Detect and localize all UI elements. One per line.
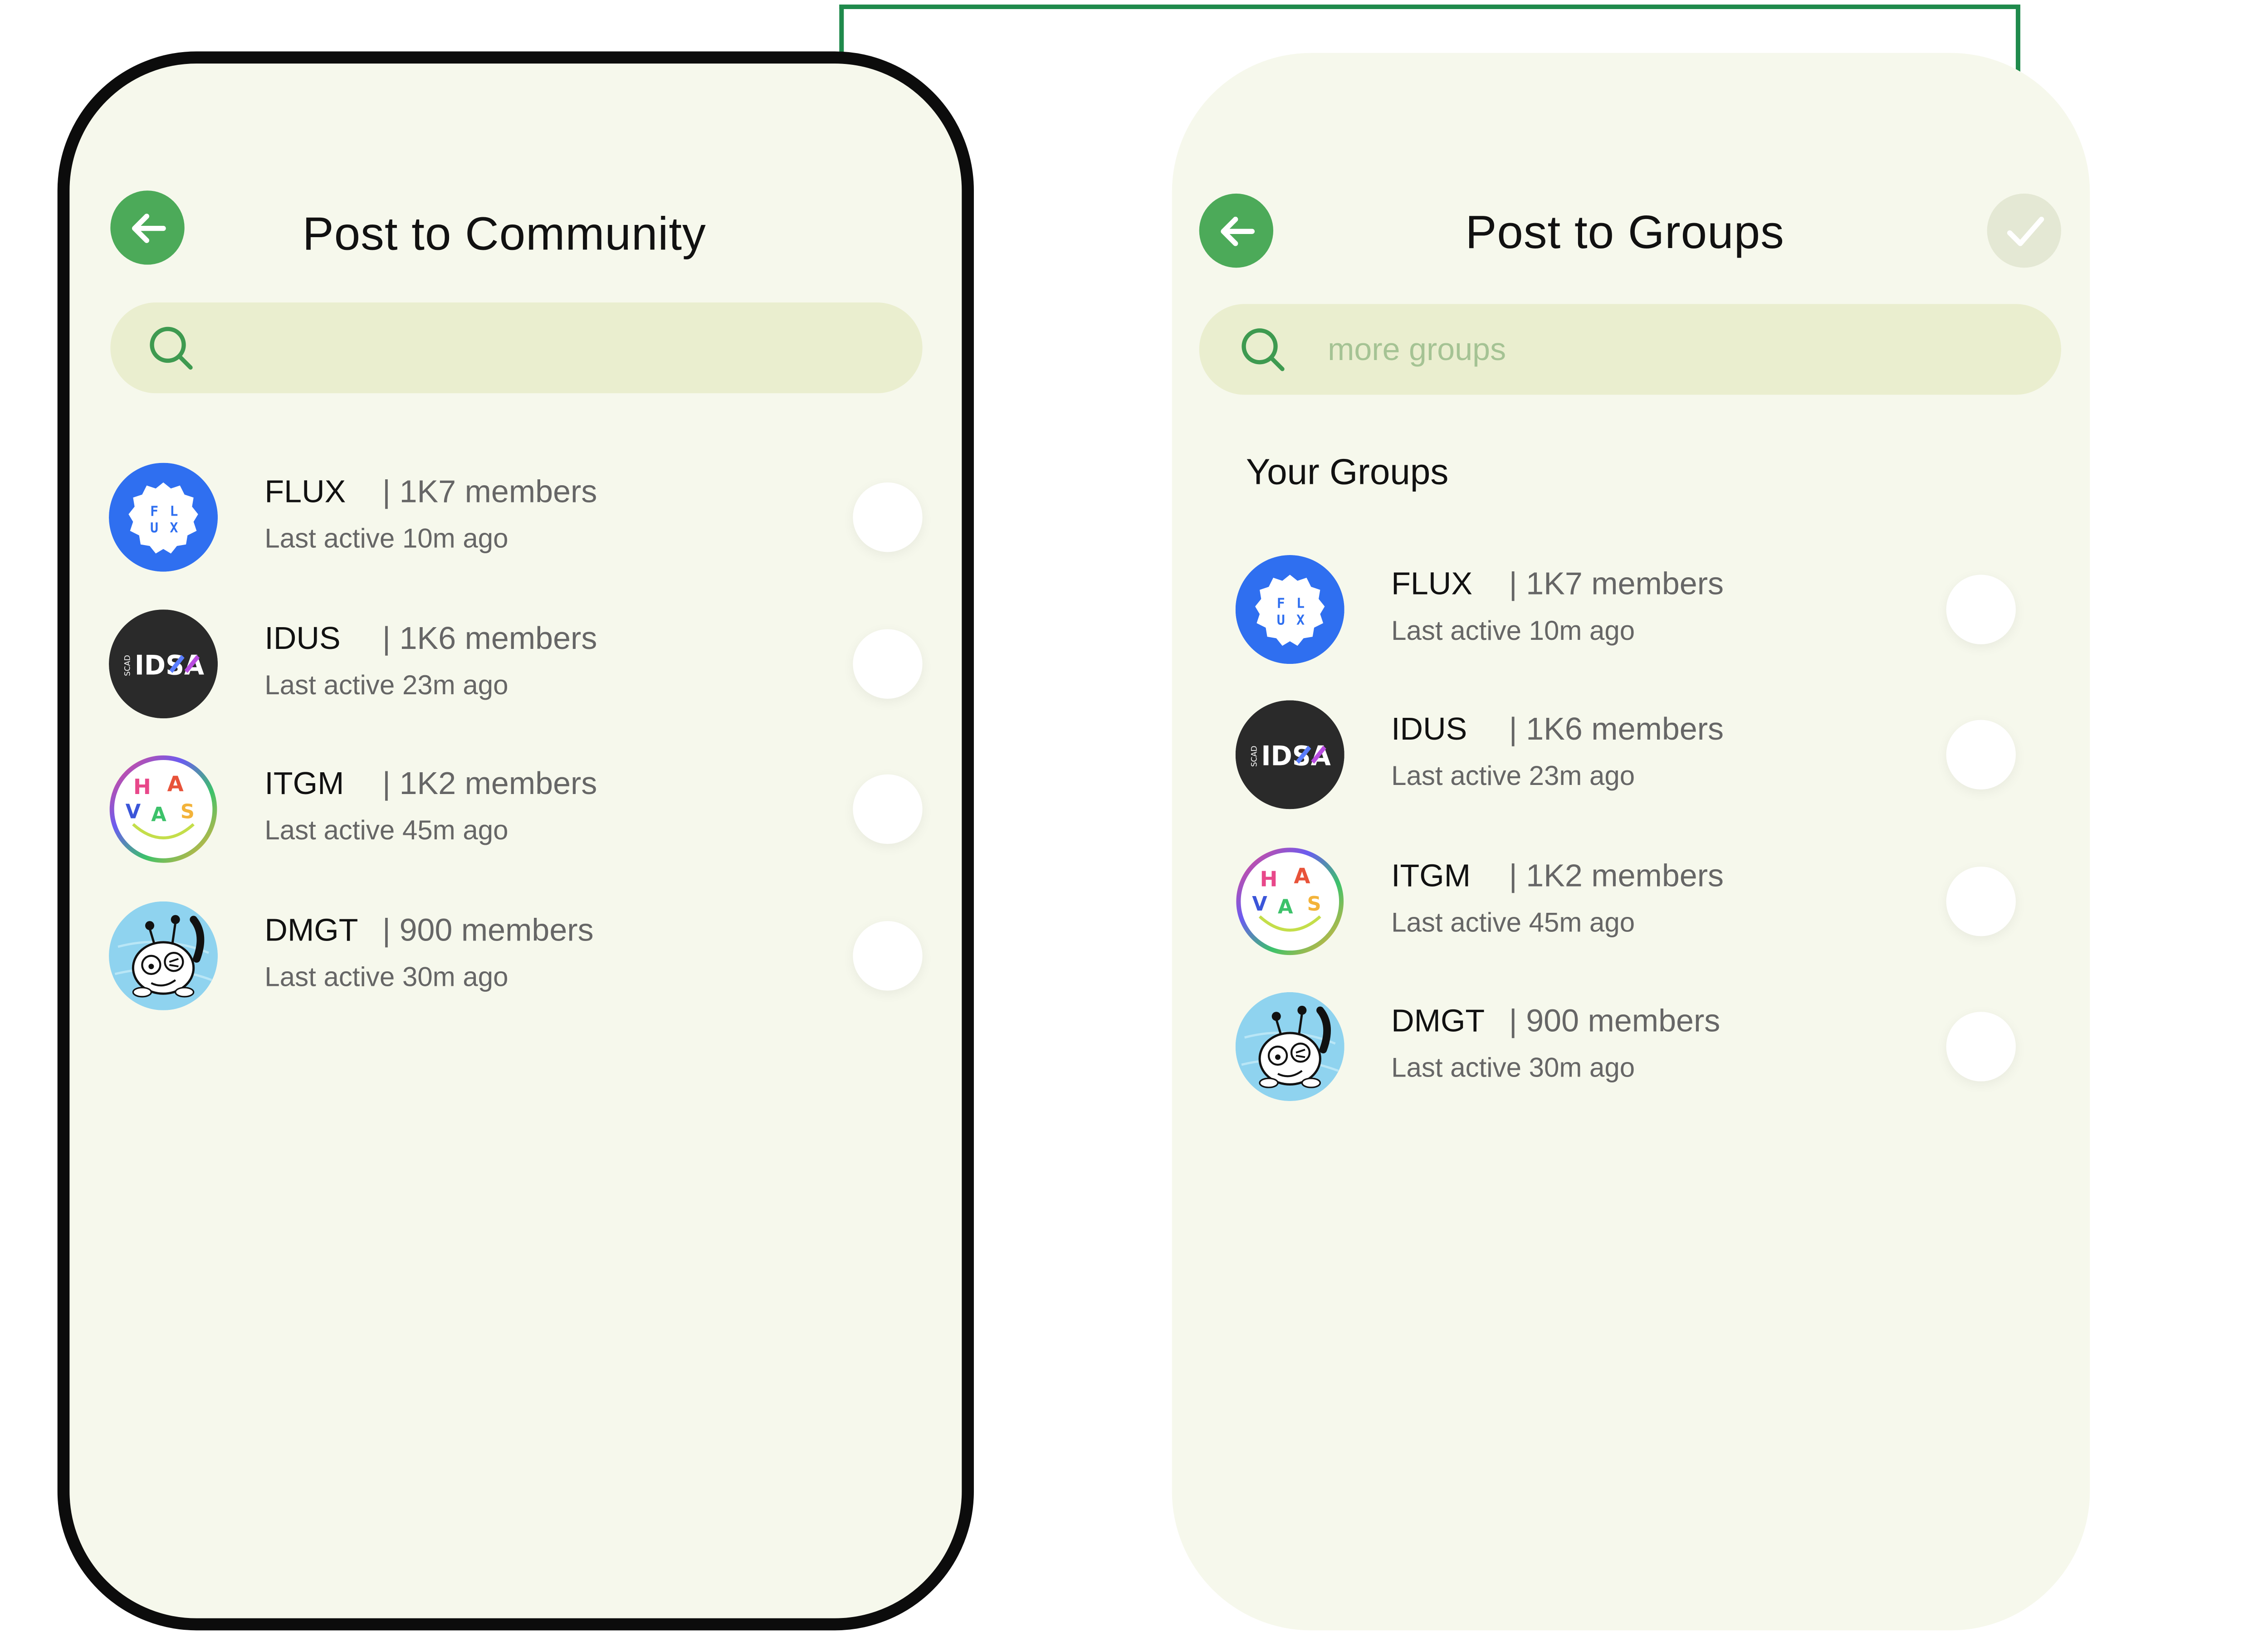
svg-text:H: H	[1260, 867, 1278, 892]
group-name: IDUS	[1391, 712, 1467, 747]
flux-logo: F L U X	[109, 463, 218, 572]
member-count: | 1K7 members	[382, 475, 597, 510]
select-radio[interactable]	[1946, 575, 2016, 644]
list-item-dmgt[interactable]: DMGT | 900 members Last active 30m ago	[1235, 992, 2052, 1104]
checkmark-icon	[2006, 216, 2043, 245]
search-input[interactable]	[1325, 319, 1966, 383]
back-button[interactable]	[1199, 193, 1274, 268]
havas-logo: H A V A S	[109, 755, 217, 863]
search-icon	[150, 326, 193, 370]
svg-text:U: U	[150, 520, 158, 536]
svg-text:F: F	[1277, 596, 1285, 612]
prototype-connector-top	[839, 5, 2020, 10]
avatar: F L U X	[109, 463, 218, 572]
member-count: | 1K2 members	[1509, 859, 1724, 894]
list-item-idus[interactable]: SCAD IDSA IDUS | 1K6 members Last active…	[109, 609, 925, 721]
select-radio[interactable]	[853, 921, 923, 991]
avatar: SCAD IDSA	[1235, 700, 1344, 809]
member-count: | 1K6 members	[1509, 712, 1724, 747]
post-to-community-screen: Post to Community F L U X FLUX | 1K7 mem…	[57, 51, 974, 1631]
svg-text:A: A	[167, 772, 184, 796]
select-radio[interactable]	[1946, 867, 2016, 936]
select-radio[interactable]	[853, 482, 923, 552]
member-count: | 900 members	[382, 913, 594, 949]
select-radio[interactable]	[853, 774, 923, 844]
svg-text:SCAD: SCAD	[123, 655, 132, 676]
group-name: DMGT	[264, 913, 358, 949]
list-item-flux[interactable]: F L U X FLUX | 1K7 members Last active 1…	[109, 463, 925, 575]
svg-text:A: A	[1278, 896, 1293, 918]
search-input[interactable]	[231, 317, 873, 381]
member-count: | 900 members	[1509, 1004, 1721, 1039]
svg-text:X: X	[170, 520, 178, 536]
svg-text:A: A	[151, 804, 166, 826]
canvas: Post to Community F L U X FLUX | 1K7 mem…	[0, 0, 2268, 1647]
group-name: FLUX	[264, 475, 346, 510]
page-title: Post to Groups	[1465, 205, 1784, 259]
member-count: | 1K7 members	[1509, 567, 1724, 602]
member-count: | 1K2 members	[382, 766, 597, 802]
avatar: H A V A S	[1236, 847, 1344, 956]
idus-logo: SCAD IDSA	[1235, 700, 1344, 809]
svg-text:U: U	[1277, 612, 1285, 628]
list-item-itgm[interactable]: H A V A S ITGM | 1K2 members Last active…	[1236, 847, 2052, 959]
last-active-text: Last active 45m ago	[1391, 907, 1635, 938]
svg-text:L: L	[170, 503, 178, 519]
dmgt-mascot-logo	[109, 901, 218, 1010]
flux-logo: F L U X	[1235, 555, 1344, 664]
back-button[interactable]	[110, 190, 185, 265]
svg-text:L: L	[1296, 596, 1305, 612]
group-name: ITGM	[264, 766, 344, 802]
avatar	[1235, 992, 1344, 1101]
svg-text:SCAD: SCAD	[1250, 746, 1258, 766]
list-item-itgm[interactable]: H A V A S ITGM | 1K2 members Last active…	[109, 755, 925, 867]
last-active-text: Last active 23m ago	[1391, 760, 1635, 791]
last-active-text: Last active 30m ago	[1391, 1053, 1635, 1083]
select-radio[interactable]	[1946, 720, 2016, 789]
search-bar[interactable]	[110, 302, 923, 394]
svg-text:V: V	[126, 800, 141, 823]
arrow-left-icon	[1220, 216, 1254, 245]
select-radio[interactable]	[1946, 1012, 2016, 1082]
svg-text:IDSA: IDSA	[135, 649, 205, 681]
svg-text:S: S	[181, 800, 195, 823]
avatar: F L U X	[1235, 555, 1344, 664]
group-name: DMGT	[1391, 1004, 1485, 1039]
last-active-text: Last active 45m ago	[264, 815, 508, 846]
svg-text:S: S	[1307, 893, 1321, 916]
svg-text:H: H	[133, 775, 151, 799]
post-to-groups-screen: Post to Groups Your Groups F L U X FLUX …	[1172, 53, 2090, 1631]
svg-text:F: F	[150, 503, 158, 519]
group-name: IDUS	[264, 621, 341, 657]
page-title: Post to Community	[302, 207, 706, 260]
havas-logo: H A V A S	[1236, 848, 1344, 955]
idus-logo: SCAD IDSA	[109, 609, 218, 719]
arrow-left-icon	[131, 213, 166, 243]
svg-text:X: X	[1296, 612, 1305, 628]
last-active-text: Last active 10m ago	[264, 523, 508, 554]
avatar: H A V A S	[109, 755, 218, 863]
last-active-text: Last active 10m ago	[1391, 615, 1635, 646]
svg-text:V: V	[1252, 893, 1267, 916]
search-icon	[1242, 328, 1285, 371]
search-bar[interactable]	[1199, 304, 2061, 395]
last-active-text: Last active 23m ago	[264, 670, 508, 701]
list-item-flux[interactable]: F L U X FLUX | 1K7 members Last active 1…	[1235, 555, 2052, 667]
svg-text:IDSA: IDSA	[1261, 741, 1331, 772]
select-radio[interactable]	[853, 629, 923, 699]
member-count: | 1K6 members	[382, 621, 597, 657]
avatar: SCAD IDSA	[109, 609, 218, 719]
list-item-dmgt[interactable]: DMGT | 900 members Last active 30m ago	[109, 901, 925, 1014]
section-title: Your Groups	[1246, 452, 1449, 493]
group-name: FLUX	[1391, 567, 1473, 602]
last-active-text: Last active 30m ago	[264, 962, 508, 992]
dmgt-mascot-logo	[1235, 992, 1344, 1101]
avatar	[109, 901, 218, 1010]
list-item-idus[interactable]: SCAD IDSA IDUS | 1K6 members Last active…	[1235, 700, 2052, 812]
confirm-button[interactable]	[1987, 193, 2061, 268]
group-name: ITGM	[1391, 859, 1471, 894]
svg-text:A: A	[1294, 864, 1310, 889]
